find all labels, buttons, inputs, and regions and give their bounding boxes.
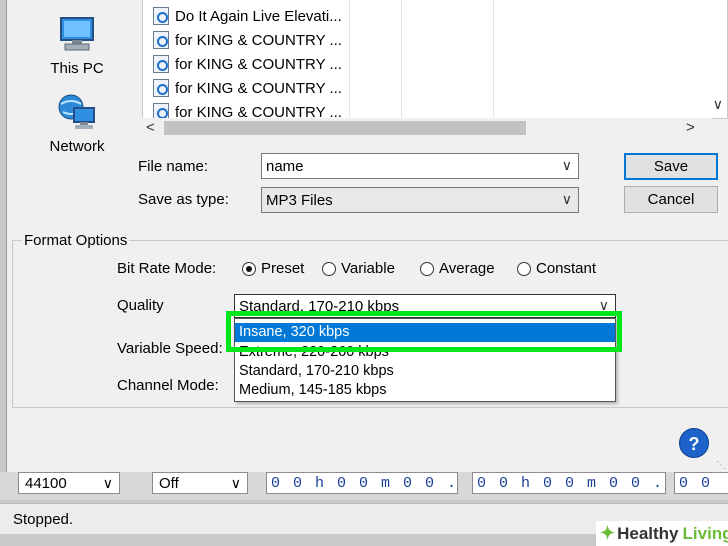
nav-network-label: Network [49,138,105,155]
selection-toolbar: 44100 ∨ Off ∨ 0 0 h 0 0 m 0 0 . 5 3 4 s … [0,472,728,500]
audio-position-time[interactable]: 0 0 [674,472,728,494]
file-item[interactable]: Do It Again Live Elevati... [153,4,342,28]
save-type-label: Save as type: [138,191,229,208]
resize-grip-icon[interactable]: ⋱ [716,460,726,471]
scroll-down-icon[interactable]: ∨ [713,96,723,113]
audio-file-icon [153,79,169,97]
radio-constant-label: Constant [536,260,597,277]
snap-to-select[interactable]: Off ∨ [152,472,248,494]
file-name-value: name [266,158,304,175]
chevron-down-icon[interactable]: ∨ [562,157,572,174]
quality-option-medium[interactable]: Medium, 145-185 kbps [235,381,615,400]
radio-button[interactable] [517,261,531,276]
scroll-left-icon[interactable]: < [146,119,155,136]
save-type-select[interactable]: MP3 Files ∨ [261,187,579,213]
watermark-logo: ✦ Healthy Living [596,521,728,546]
channel-mode-label: Channel Mode: [117,377,219,394]
file-name-input[interactable]: name ∨ [261,153,579,179]
selection-end-value: 0 0 h 0 0 m 0 0 . 5 3 4 s [477,475,665,492]
selection-start-value: 0 0 h 0 0 m 0 0 . 5 3 4 s [271,475,458,492]
radio-preset-label: Preset [261,260,305,277]
file-name: for KING & COUNTRY ... [175,55,342,73]
audio-file-icon [153,55,169,73]
bit-rate-mode-label: Bit Rate Mode: [117,260,217,277]
save-type-value: MP3 Files [266,192,333,209]
radio-average-label: Average [439,260,495,277]
radio-button[interactable] [322,261,336,276]
file-name-label: File name: [138,158,209,175]
file-name: for KING & COUNTRY ... [175,79,342,97]
chevron-down-icon[interactable]: ∨ [103,475,113,492]
cancel-button[interactable]: Cancel [624,186,718,213]
format-options-title: Format Options [22,232,130,249]
variable-speed-label: Variable Speed: [117,340,223,357]
radio-preset[interactable]: Preset [242,260,304,277]
scrollbar-thumb[interactable] [164,121,526,135]
audio-file-icon [153,7,169,25]
file-item[interactable]: for KING & COUNTRY ... [153,28,342,52]
snap-to-value: Off [159,475,179,492]
column-divider [349,0,350,118]
quality-label: Quality [117,297,164,314]
file-list[interactable]: Do It Again Live Elevati... for KING & C… [142,0,728,121]
file-item[interactable]: for KING & COUNTRY ... [153,52,342,76]
radio-button-selected[interactable] [242,261,256,276]
watermark-word2: Living [682,523,728,543]
selection-end-time[interactable]: 0 0 h 0 0 m 0 0 . 5 3 4 s [472,472,666,494]
nav-this-pc-label: This PC [50,60,104,77]
quality-option-standard[interactable]: Standard, 170-210 kbps [235,362,615,381]
radio-average[interactable]: Average [420,260,495,277]
radio-button[interactable] [420,261,434,276]
chevron-down-icon[interactable]: ∨ [562,191,572,208]
horizontal-scrollbar[interactable]: < > [142,118,712,138]
radio-constant[interactable]: Constant [517,260,596,277]
chevron-down-icon[interactable]: ∨ [231,475,241,492]
highlight-box [226,311,622,352]
file-name: Do It Again Live Elevati... [175,7,342,25]
project-rate-value: 44100 [25,475,67,492]
help-button[interactable]: ? [679,428,709,458]
scroll-right-icon[interactable]: > [686,119,695,136]
audio-position-value: 0 0 [679,475,713,492]
radio-variable[interactable]: Variable [322,260,395,277]
column-divider [401,0,402,118]
save-button[interactable]: Save [624,153,718,180]
status-text: Stopped. [13,511,74,528]
watermark-word1: Healthy [617,523,679,543]
file-name: for KING & COUNTRY ... [175,31,342,49]
nav-network[interactable]: Network [27,94,127,155]
nav-this-pc[interactable]: This PC [27,16,127,77]
leaf-icon: ✦ [600,523,616,543]
selection-start-time[interactable]: 0 0 h 0 0 m 0 0 . 5 3 4 s [266,472,458,494]
file-item[interactable]: for KING & COUNTRY ... [153,76,342,100]
radio-variable-label: Variable [341,260,395,277]
computer-icon [60,17,94,51]
network-icon [58,94,95,129]
audio-file-icon [153,31,169,49]
column-divider [493,0,494,118]
project-rate-select[interactable]: 44100 ∨ [18,472,120,494]
